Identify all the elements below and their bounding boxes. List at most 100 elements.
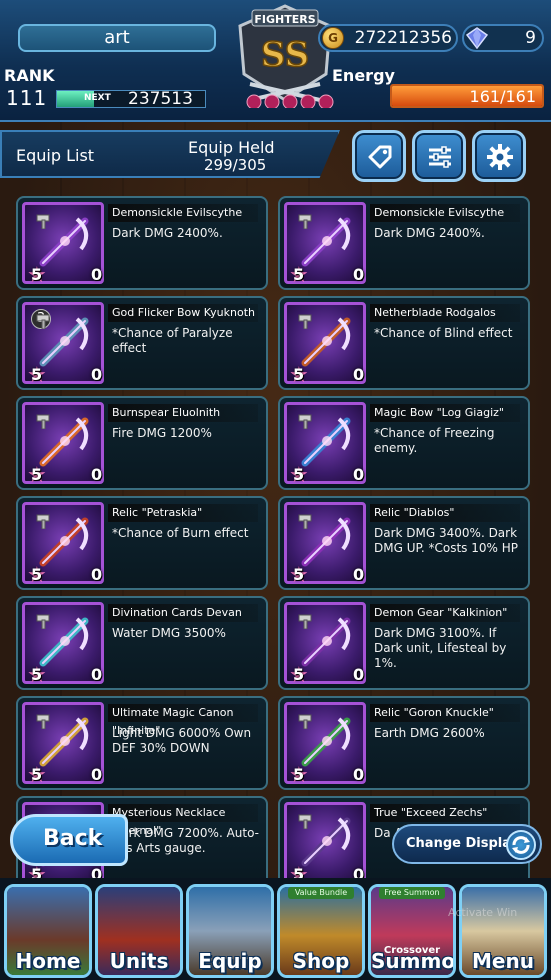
filter-button[interactable] — [412, 130, 466, 182]
equipment-thumbnail: ★ 5 0 — [22, 702, 104, 788]
rarity-value: 5 — [293, 765, 305, 784]
equipment-name: Relic "Petraskia" — [108, 504, 258, 522]
nav-label: Units — [109, 949, 169, 973]
equipment-description: *Chance of Paralyze effect — [112, 326, 233, 355]
nav-shop-button[interactable]: Value Bundle Shop — [277, 884, 365, 978]
gold-counter: G 272212356 — [318, 24, 458, 52]
rarity-value: 5 — [31, 665, 43, 684]
equipment-description: *Chance of Burn effect — [112, 526, 249, 540]
gold-coin-icon: G — [322, 27, 344, 49]
upgrade-count: 0 — [353, 265, 365, 284]
hammer-icon — [298, 614, 312, 629]
rarity-value: 5 — [31, 565, 43, 584]
rarity-value: 5 — [31, 465, 43, 484]
tag-button[interactable] — [352, 130, 406, 182]
upgrade-count: 0 — [91, 365, 103, 384]
upgrade-count: 0 — [91, 765, 103, 784]
change-display-label: Change Display — [406, 836, 520, 851]
equipment-name: Relic "Diablos" — [370, 504, 520, 522]
rarity-value: 5 — [293, 665, 305, 684]
equipment-description: Dark DMG 7200%. Auto-fills Arts gauge. — [112, 826, 259, 855]
nav-home-button[interactable]: Home — [4, 884, 92, 978]
emblem-letters: SS — [261, 35, 309, 75]
equipment-card[interactable]: ★ 5 0 Relic "Diablos" Dark DMG 3400%. Da… — [278, 496, 530, 590]
equipment-description: Fire DMG 1200% — [112, 426, 212, 440]
equipment-description: Dark DMG 2400%. — [112, 226, 223, 240]
equipment-description: Water DMG 3500% — [112, 626, 226, 640]
energy-bar: 161/161 — [390, 84, 544, 108]
equipment-card[interactable]: ★ 5 0 Relic "Petraskia" *Chance of Burn … — [16, 496, 268, 590]
equipment-name: Burnspear Eluolnith — [108, 404, 258, 422]
equipment-thumbnail: ★ 5 0 — [284, 602, 366, 688]
nav-units-button[interactable]: Units — [95, 884, 183, 978]
upgrade-count: 0 — [91, 565, 103, 584]
equipment-thumbnail: ★ 5 0 — [22, 202, 104, 288]
nav-label: Home — [15, 949, 81, 973]
equipment-name: Demonsickle Evilscythe — [108, 204, 258, 222]
equipment-description: *Chance of Freezing enemy. — [374, 426, 495, 455]
nav-label: Menu — [472, 949, 534, 973]
equipment-card[interactable]: 3 ★ 5 0 God Flicker Bow Kyuknoth *Chance… — [16, 296, 268, 390]
upgrade-count: 0 — [353, 365, 365, 384]
gem-amount: 9 — [525, 28, 536, 48]
hammer-icon — [298, 414, 312, 429]
change-display-button[interactable]: Change Display — [392, 824, 542, 864]
nav-menu-button[interactable]: Menu — [459, 884, 547, 978]
equipment-name: Divination Cards Devan — [108, 604, 258, 622]
equipment-thumbnail: ★ 5 0 — [284, 202, 366, 288]
player-name[interactable]: art — [18, 24, 216, 52]
equip-held-value: 299/305 — [204, 156, 267, 174]
rarity-value: 5 — [31, 365, 43, 384]
equipment-description: Dark DMG 3100%. If Dark unit, Lifesteal … — [374, 626, 507, 670]
equipment-thumbnail: 3 ★ 5 0 — [22, 302, 104, 388]
hammer-icon — [36, 514, 50, 529]
rarity-value: 5 — [293, 465, 305, 484]
nav-label: Summon — [371, 949, 456, 973]
gold-amount: 272212356 — [354, 28, 452, 48]
nav-equip-button[interactable]: Equip — [186, 884, 274, 978]
equipment-card[interactable]: ★ 5 0 Magic Bow "Log Giagiz" *Chance of … — [278, 396, 530, 490]
rarity-value: 5 — [31, 265, 43, 284]
hammer-icon — [298, 214, 312, 229]
equipment-card[interactable]: ★ 5 0 Relic "Goron Knuckle" Earth DMG 26… — [278, 696, 530, 790]
settings-button[interactable] — [472, 130, 526, 182]
tag-icon — [368, 145, 392, 169]
nav-label: Equip — [198, 949, 262, 973]
equipment-card[interactable]: ★ 5 0 Divination Cards Devan Water DMG 3… — [16, 596, 268, 690]
equipment-card[interactable]: ★ 5 0 Demonsickle Evilscythe Dark DMG 24… — [16, 196, 268, 290]
upgrade-count: 0 — [353, 465, 365, 484]
equipment-name: Demon Gear "Kalkinion" — [370, 604, 520, 622]
upgrade-count: 0 — [91, 465, 103, 484]
equip-held-label: Equip Held — [188, 138, 275, 157]
watermark-text: Activate Win — [448, 906, 518, 919]
rank-label: RANK — [4, 66, 55, 85]
equipment-thumbnail: ★ 5 0 — [22, 402, 104, 488]
rarity-value: 5 — [293, 265, 305, 284]
energy-value: 161/161 — [469, 87, 536, 106]
nav-tag: Free Summon — [379, 887, 445, 899]
equipment-description: Dark DMG 2400%. — [374, 226, 485, 240]
refresh-icon — [506, 830, 536, 860]
nav-tag: Value Bundle — [288, 887, 354, 899]
rank-value: 111 — [6, 86, 48, 110]
nav-summon-button[interactable]: Free Summon Crossover Summon — [368, 884, 456, 978]
equipment-thumbnail: ★ 5 0 — [22, 602, 104, 688]
equipment-thumbnail: ★ 5 0 — [284, 502, 366, 588]
equipment-thumbnail: ★ 5 0 — [22, 502, 104, 588]
equipment-card[interactable]: ★ 5 0 Ultimate Magic Canon "Infinite" Li… — [16, 696, 268, 790]
equipment-card[interactable]: ★ 5 0 Demon Gear "Kalkinion" Dark DMG 31… — [278, 596, 530, 690]
gem-counter[interactable]: 9 — [462, 24, 544, 52]
rarity-value: 5 — [293, 365, 305, 384]
next-label: NEXT — [84, 93, 111, 103]
rank-emblem-icon: FIGHTERS SS — [238, 4, 334, 108]
hammer-icon — [36, 214, 50, 229]
page-title: Equip List — [16, 146, 95, 165]
hammer-icon — [298, 314, 312, 329]
energy-label: Energy — [332, 66, 395, 85]
equipment-card[interactable]: ★ 5 0 Netherblade Rodgalos *Chance of Bl… — [278, 296, 530, 390]
hammer-icon — [298, 514, 312, 529]
equipment-card[interactable]: ★ 5 0 Burnspear Eluolnith Fire DMG 1200% — [16, 396, 268, 490]
equipment-card[interactable]: ★ 5 0 Demonsickle Evilscythe Dark DMG 24… — [278, 196, 530, 290]
emblem-label: FIGHTERS — [254, 13, 315, 26]
back-button[interactable]: Back — [10, 814, 128, 866]
